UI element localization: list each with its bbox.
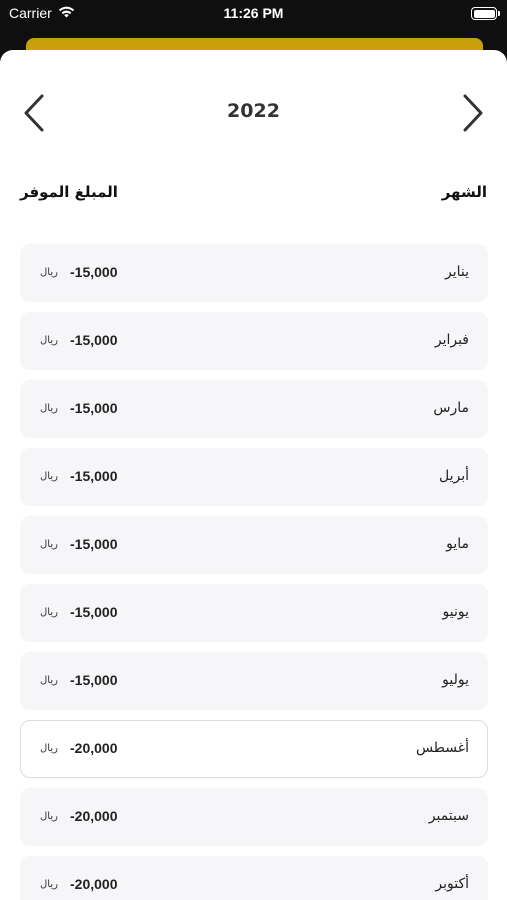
saved-amount: -20,000 (70, 876, 118, 892)
saved-amount: -15,000 (70, 264, 118, 280)
currency-label: ريال (40, 607, 58, 618)
month-row[interactable]: أكتوبر -20,000 ريال (20, 856, 488, 900)
saved-amount-column-header: المبلغ الموفر (20, 183, 118, 201)
month-row[interactable]: مارس -15,000 ريال (20, 380, 488, 438)
monthly-savings-sheet: 2022 الشهر المبلغ الموفر يناير -15,000 ريا… (0, 50, 507, 900)
month-row[interactable]: يونيو -15,000 ريال (20, 584, 488, 642)
month-name: يناير (444, 264, 469, 280)
currency-label: ريال (40, 267, 58, 278)
currency-label: ريال (40, 539, 58, 550)
saved-amount: -15,000 (70, 536, 118, 552)
column-headers: الشهر المبلغ الموفر (20, 183, 487, 207)
month-row[interactable]: يناير -15,000 ريال (20, 244, 488, 302)
battery-icon (471, 7, 500, 20)
month-name: سبتمبر (428, 808, 469, 824)
year-navigator: 2022 (0, 50, 507, 170)
month-name: يوليو (442, 672, 469, 688)
month-row[interactable]: سبتمبر -20,000 ريال (20, 788, 488, 846)
month-name: أبريل (438, 468, 469, 484)
month-row[interactable]: فبراير -15,000 ريال (20, 312, 488, 370)
month-name: مارس (433, 400, 469, 416)
saved-amount: -15,000 (70, 672, 118, 688)
month-row[interactable]: أغسطس -20,000 ريال (20, 720, 488, 778)
month-row[interactable]: يوليو -15,000 ريال (20, 652, 488, 710)
month-name: مايو (446, 536, 469, 552)
chevron-right-icon (463, 94, 483, 132)
saved-amount: -15,000 (70, 400, 118, 416)
currency-label: ريال (40, 811, 58, 822)
status-time: 11:26 PM (223, 5, 284, 21)
saved-amount: -20,000 (70, 740, 118, 756)
currency-label: ريال (40, 471, 58, 482)
month-name: أغسطس (415, 740, 469, 756)
currency-label: ريال (40, 335, 58, 346)
saved-amount: -15,000 (70, 604, 118, 620)
currency-label: ريال (40, 743, 58, 754)
month-row[interactable]: مايو -15,000 ريال (20, 516, 488, 574)
currency-label: ريال (40, 675, 58, 686)
currency-label: ريال (40, 879, 58, 890)
month-column-header: الشهر (441, 183, 487, 201)
month-name: فبراير (434, 332, 469, 348)
months-list: يناير -15,000 ريال فبراير -15,000 ريال مارس -15… (20, 244, 488, 900)
currency-label: ريال (40, 403, 58, 414)
status-bar: Carrier 11:26 PM (0, 0, 507, 30)
month-name: يونيو (442, 604, 469, 620)
next-year-button[interactable] (458, 92, 488, 134)
month-row[interactable]: أبريل -15,000 ريال (20, 448, 488, 506)
saved-amount: -15,000 (70, 468, 118, 484)
saved-amount: -15,000 (70, 332, 118, 348)
month-name: أكتوبر (435, 876, 469, 892)
year-title: 2022 (227, 100, 280, 122)
saved-amount: -20,000 (70, 808, 118, 824)
